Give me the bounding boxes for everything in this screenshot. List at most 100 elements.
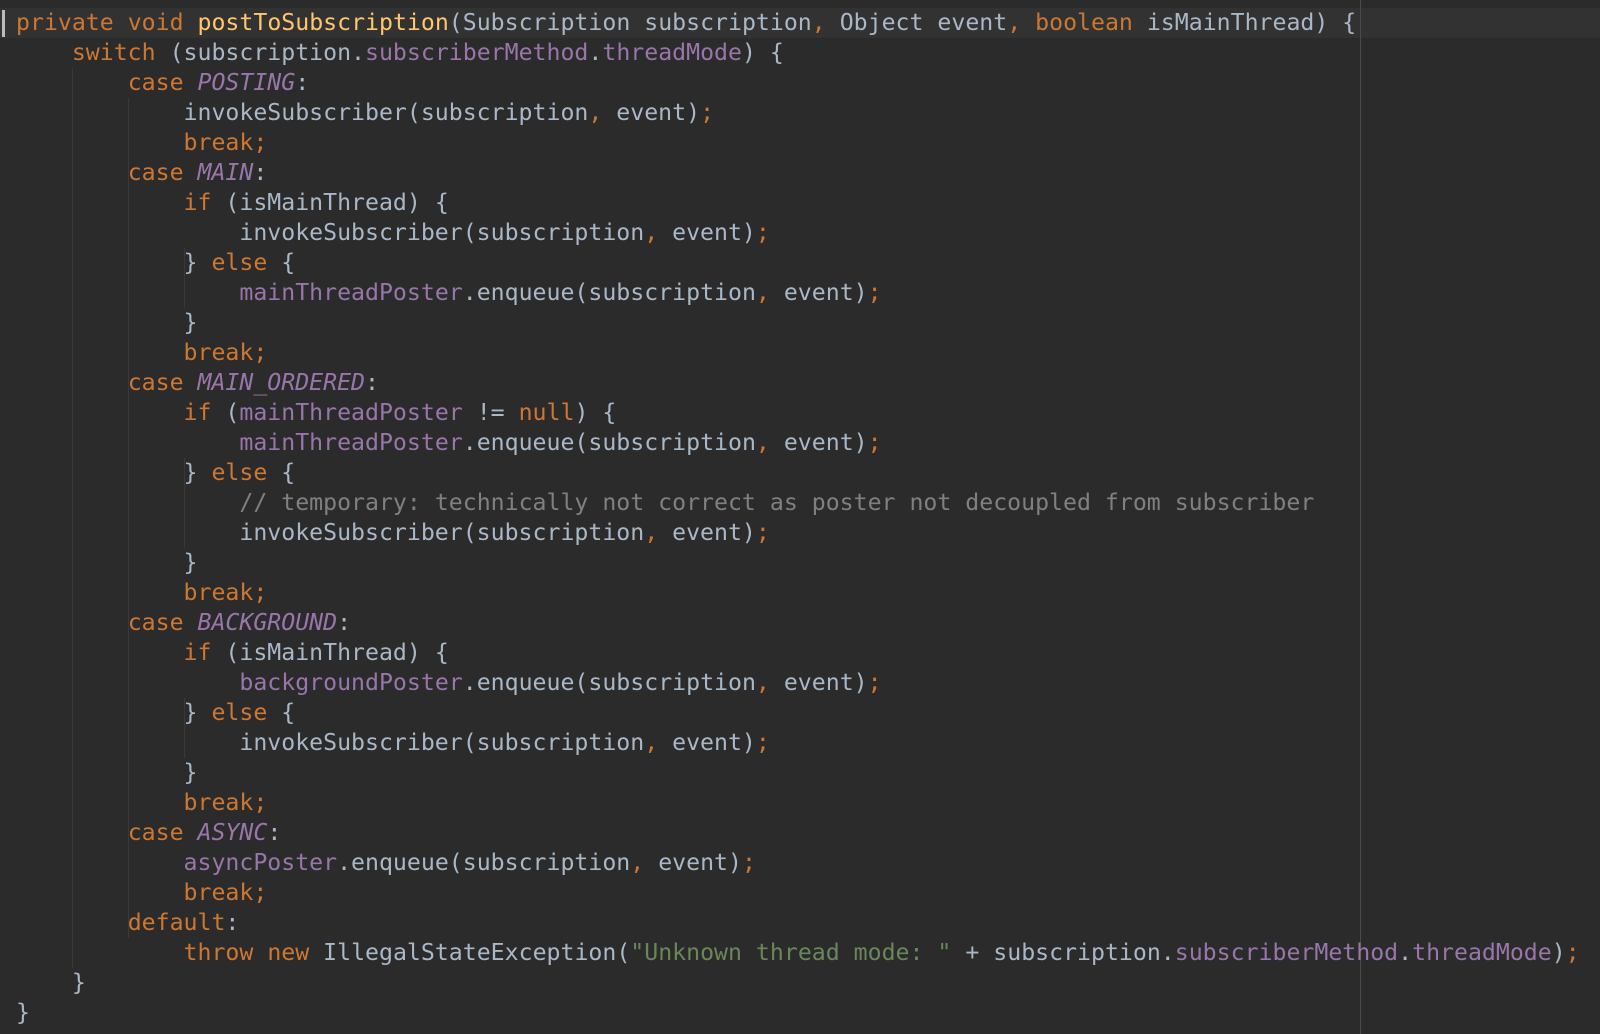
code-editor[interactable]: private void postToSubscription(Subscrip… <box>0 0 1600 1034</box>
code-token-plain: ) { <box>741 39 784 66</box>
code-token-plain: != <box>462 399 519 426</box>
code-token-punct: , <box>644 519 659 546</box>
code-token-cmt: // temporary: technically not correct as… <box>239 489 1315 516</box>
code-token-field: threadMode <box>602 39 742 66</box>
code-token-punct: , <box>644 219 659 246</box>
code-token-const: MAIN_ORDERED <box>197 369 366 396</box>
code-line[interactable]: case MAIN: <box>16 158 1580 188</box>
code-token-plain: (Subscription subscription <box>448 9 812 36</box>
code-token-plain: : <box>365 369 379 396</box>
code-token-plain: } <box>16 459 212 486</box>
code-token-kw: case <box>127 819 184 846</box>
code-token-kw: break; <box>183 879 268 906</box>
code-token-plain: : <box>253 159 268 186</box>
code-token-plain: isMainThread) { <box>1132 9 1357 36</box>
code-line[interactable]: break; <box>16 788 1580 818</box>
code-token-kw: break; <box>183 579 268 606</box>
code-text[interactable]: private void postToSubscription(Subscrip… <box>16 8 1580 1028</box>
code-line[interactable]: backgroundPoster.enqueue(subscription, e… <box>16 668 1580 698</box>
code-token-plain: event) <box>658 729 756 756</box>
code-token-punct: , <box>811 9 826 36</box>
code-token-plain: ( <box>211 399 240 426</box>
code-token-plain: . <box>588 39 603 66</box>
code-token-kw: void <box>127 9 184 36</box>
code-token-plain: IllegalStateException( <box>309 939 631 966</box>
code-token-kw: default <box>127 909 226 936</box>
code-token-plain: { <box>267 249 296 276</box>
code-line[interactable]: throw new IllegalStateException("Unknown… <box>16 938 1580 968</box>
code-token-field: threadMode <box>1412 939 1552 966</box>
code-token-kw: if <box>183 639 212 666</box>
code-token-field: mainThreadPoster <box>239 279 463 306</box>
code-token-kw: case <box>127 369 184 396</box>
code-line[interactable]: case MAIN_ORDERED: <box>16 368 1580 398</box>
code-line[interactable]: } else { <box>16 458 1580 488</box>
code-token-punct: , <box>644 729 659 756</box>
code-token-punct: ; <box>867 279 882 306</box>
code-token-plain: .enqueue(subscription <box>462 429 756 456</box>
code-line[interactable]: break; <box>16 128 1580 158</box>
code-token-plain: ) <box>1551 939 1566 966</box>
code-line[interactable]: break; <box>16 578 1580 608</box>
code-line[interactable]: case ASYNC: <box>16 818 1580 848</box>
code-line[interactable]: asyncPoster.enqueue(subscription, event)… <box>16 848 1580 878</box>
code-line[interactable]: if (isMainThread) { <box>16 188 1580 218</box>
code-line[interactable]: invokeSubscriber(subscription, event); <box>16 518 1580 548</box>
code-token-plain: (isMainThread) { <box>211 189 449 216</box>
code-line[interactable]: if (isMainThread) { <box>16 638 1580 668</box>
code-token-kw: else <box>211 459 268 486</box>
code-line[interactable]: invokeSubscriber(subscription, event); <box>16 728 1580 758</box>
code-line[interactable]: invokeSubscriber(subscription, event); <box>16 218 1580 248</box>
code-line[interactable]: mainThreadPoster.enqueue(subscription, e… <box>16 428 1580 458</box>
code-line[interactable]: invokeSubscriber(subscription, event); <box>16 98 1580 128</box>
code-line[interactable]: case POSTING: <box>16 68 1580 98</box>
code-line[interactable]: default: <box>16 908 1580 938</box>
code-line[interactable]: // temporary: technically not correct as… <box>16 488 1580 518</box>
code-token-plain: event) <box>769 279 868 306</box>
code-line[interactable]: } <box>16 968 1580 998</box>
code-line[interactable]: mainThreadPoster.enqueue(subscription, e… <box>16 278 1580 308</box>
code-token-plain: event) <box>769 429 868 456</box>
code-token-plain: .enqueue(subscription <box>462 279 756 306</box>
code-line[interactable]: } else { <box>16 248 1580 278</box>
code-line[interactable]: break; <box>16 338 1580 368</box>
code-token-punct: , <box>1007 9 1022 36</box>
code-token-plain: (subscription. <box>155 39 366 66</box>
code-line[interactable]: } <box>16 998 1580 1028</box>
code-token-kw: else <box>211 249 268 276</box>
code-line[interactable]: if (mainThreadPoster != null) { <box>16 398 1580 428</box>
code-token-kw: throw <box>183 939 254 966</box>
code-line[interactable]: } else { <box>16 698 1580 728</box>
code-token-plain: + subscription. <box>951 939 1175 966</box>
code-token-plain: } <box>16 699 212 726</box>
code-token-field: asyncPoster <box>183 849 338 876</box>
code-token-kw: boolean <box>1035 9 1133 36</box>
code-token-punct: ; <box>700 99 715 126</box>
code-line[interactable]: switch (subscription.subscriberMethod.th… <box>16 38 1580 68</box>
code-token-kw: case <box>127 609 184 636</box>
text-caret <box>2 10 5 37</box>
code-token-punct: , <box>755 279 770 306</box>
code-token-plain: } <box>16 309 198 336</box>
code-token-plain: invokeSubscriber(subscription <box>16 519 645 546</box>
code-token-plain: event) <box>658 219 756 246</box>
code-line[interactable]: private void postToSubscription(Subscrip… <box>16 8 1580 38</box>
code-line[interactable]: } <box>16 308 1580 338</box>
code-token-punct: ; <box>1565 939 1580 966</box>
code-token-punct: ; <box>867 669 882 696</box>
code-token-str: "Unknown thread mode: " <box>630 939 952 966</box>
code-line[interactable]: case BACKGROUND: <box>16 608 1580 638</box>
code-line[interactable]: break; <box>16 878 1580 908</box>
code-line[interactable]: } <box>16 548 1580 578</box>
code-line[interactable]: } <box>16 758 1580 788</box>
